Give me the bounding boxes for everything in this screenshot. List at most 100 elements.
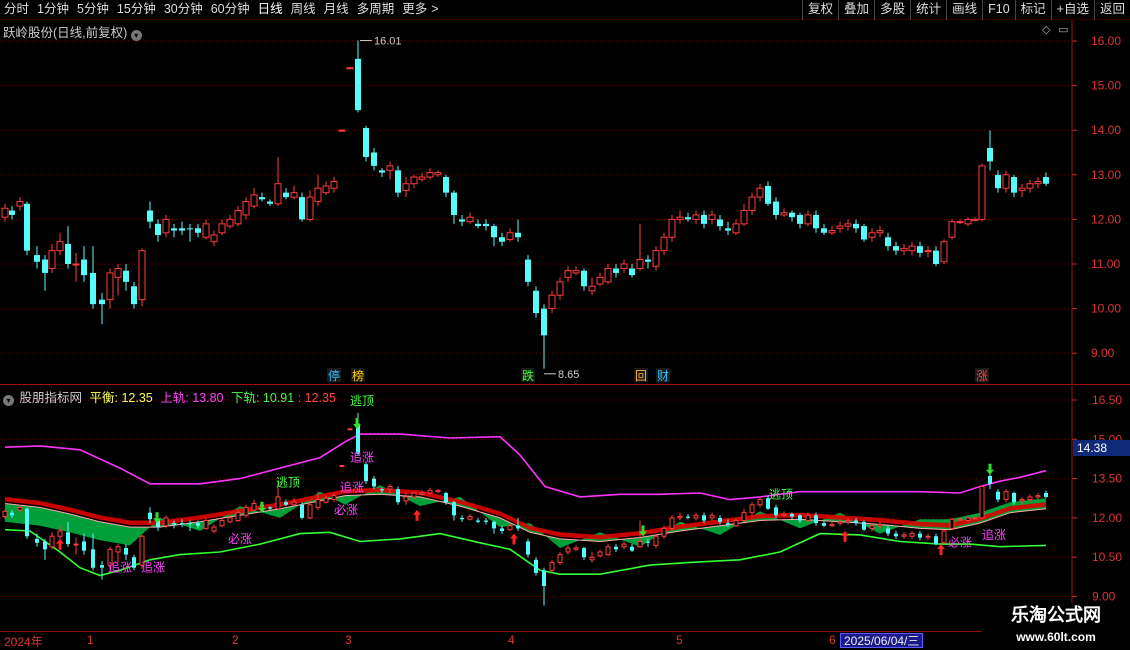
time-axis-label: 4	[508, 633, 515, 647]
period-tab[interactable]: 1分钟	[33, 0, 73, 20]
sub-candle	[1044, 493, 1048, 497]
sub-candle	[669, 517, 675, 529]
candle	[65, 243, 71, 264]
candle	[179, 228, 185, 231]
price-axis-label: 10.50	[1092, 550, 1122, 564]
candle	[581, 270, 587, 287]
toolbar-action-button[interactable]: +自选	[1050, 0, 1094, 20]
candle	[844, 223, 852, 227]
more-arrow-icon[interactable]: >	[431, 0, 442, 20]
sub-candle	[419, 492, 425, 495]
period-tab[interactable]: 日线	[254, 0, 287, 20]
candle	[821, 228, 827, 233]
buy-arrow-icon	[937, 543, 945, 555]
candle	[636, 259, 644, 269]
period-tab[interactable]: 多周期	[353, 0, 399, 20]
price-axis-label: 12.00	[1092, 511, 1122, 525]
sub-candle	[315, 499, 321, 508]
sub-candle	[467, 516, 473, 520]
period-tab[interactable]: 5分钟	[73, 0, 113, 20]
collapse-icon[interactable]: ▭	[1058, 23, 1068, 36]
signal-label: 逃顶	[350, 394, 374, 408]
toolbar-action-button[interactable]: 返回	[1093, 0, 1130, 20]
chevron-down-icon[interactable]: ▾	[3, 395, 14, 406]
sub-candle	[1019, 499, 1025, 502]
sub-candle	[829, 523, 835, 527]
sub-candle	[243, 506, 249, 516]
sub-candle	[10, 512, 14, 516]
sub-candle	[235, 512, 241, 522]
toolbar-action-button[interactable]: 多股	[874, 0, 910, 20]
sub-candle	[925, 535, 931, 538]
candle	[123, 270, 129, 282]
sub-candle	[1035, 495, 1041, 498]
candle	[725, 228, 731, 231]
upper-value: 13.80	[192, 391, 224, 405]
sub-candle	[163, 517, 169, 527]
candle	[933, 250, 939, 264]
candle	[836, 225, 844, 229]
period-tab[interactable]: 15分钟	[113, 0, 160, 20]
candle	[459, 219, 465, 222]
candle	[106, 272, 114, 301]
candle	[813, 214, 819, 229]
sub-candle	[965, 517, 971, 522]
signal-label: 追涨	[340, 480, 364, 495]
candle	[330, 180, 338, 189]
toolbar-action-button[interactable]: 画线	[946, 0, 982, 20]
period-tab[interactable]: 更多	[398, 0, 431, 20]
toolbar-action-button[interactable]: 叠加	[838, 0, 874, 20]
sub-candle	[702, 515, 706, 521]
candle	[274, 183, 282, 205]
toolbar-action-button[interactable]: F10	[982, 0, 1015, 20]
candle	[299, 197, 305, 220]
sub-candle	[733, 520, 739, 527]
sub-candle	[387, 485, 393, 490]
toolbar: 分时 1分钟 5分钟 15分钟 30分钟 60分钟 日线 周线 月线 多周期 更多 > 复权 叠加 多股统…	[0, 0, 1130, 20]
sub-candle	[323, 497, 329, 503]
period-tab[interactable]: 月线	[320, 0, 353, 20]
watermark: 乐淘公式网 www.60lt.com	[982, 603, 1130, 650]
indicator-chart[interactable]: 16.5015.0013.5012.0010.509.00逃顶逃顶逃顶必涨必涨必…	[0, 386, 1130, 630]
sub-candle	[507, 525, 513, 531]
period-tab[interactable]: 30分钟	[160, 0, 207, 20]
signal-label: 必涨	[948, 535, 972, 550]
period-tab[interactable]: 分时	[0, 0, 33, 20]
sub-candle	[57, 530, 63, 537]
sub-candle	[741, 512, 747, 522]
sub-candle	[542, 570, 546, 587]
candle	[604, 267, 612, 283]
chevron-down-icon[interactable]: ▾	[130, 30, 142, 41]
sub-candle	[549, 561, 555, 571]
toolbar-action-button[interactable]: 统计	[910, 0, 946, 20]
indicator-legend: ▾ 股朋指标网 平衡: 12.35 上轨: 13.80 下轨: 10.91 : …	[3, 387, 336, 406]
sub-candle	[957, 518, 963, 521]
sub-candle	[1012, 493, 1016, 503]
period-tab[interactable]: 周线	[287, 0, 320, 20]
sub-candle	[148, 512, 152, 520]
period-tab[interactable]: 60分钟	[207, 0, 254, 20]
sub-candle	[516, 525, 520, 529]
candle	[402, 183, 410, 191]
watermark-title: 乐淘公式网	[1011, 605, 1101, 626]
candle	[99, 299, 105, 305]
sub-candle	[396, 489, 400, 503]
high-price-label: 16.01	[374, 36, 402, 48]
buy-arrow-icon	[510, 533, 518, 545]
candle	[355, 58, 361, 111]
candle	[804, 214, 812, 225]
signal-label: 追涨	[108, 560, 132, 575]
diamond-icon[interactable]: ◇	[1042, 23, 1050, 36]
toolbar-action-button[interactable]: 复权	[802, 0, 838, 20]
sub-candle	[203, 520, 209, 529]
candle	[717, 219, 723, 227]
candle	[72, 263, 80, 266]
sub-candle	[2, 510, 8, 518]
candle	[685, 217, 691, 220]
candle	[548, 294, 556, 310]
toolbar-action-button[interactable]: 标记	[1014, 0, 1051, 20]
sub-candle	[492, 521, 496, 529]
stock-title: 跃岭股份(日线,前复权) ▾	[3, 22, 144, 41]
main-chart[interactable]: 16.00 15.00 14.00 13.00 12.00 11.00 10.00 9.00 1…	[0, 20, 1130, 385]
sub-candle	[862, 521, 866, 530]
